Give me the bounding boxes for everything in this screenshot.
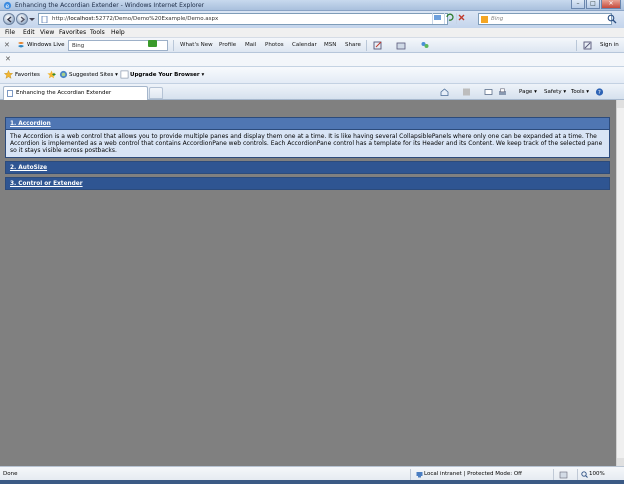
new-tab-button[interactable] [149, 87, 163, 99]
link-whats-new[interactable]: What's New [180, 42, 213, 48]
home-icon[interactable] [440, 88, 449, 96]
address-toolbar: http://localhost:52772/Demo/Demo%20Examp… [0, 11, 624, 28]
search-placeholder: Bing [491, 16, 504, 22]
help-icon[interactable]: ? [595, 88, 604, 96]
security-zone[interactable]: Local intranet | Protected Mode: Off [424, 471, 522, 477]
page-icon [41, 16, 48, 23]
bing-icon [481, 16, 488, 23]
favorites-star-icon [4, 70, 13, 79]
maximize-button[interactable]: □ [586, 0, 600, 9]
ie-logo-icon: e [3, 1, 12, 10]
svg-text:?: ? [598, 90, 601, 96]
scroll-down-arrow-icon[interactable] [617, 458, 624, 466]
window-title: Enhancing the Accordian Extender - Windo… [15, 2, 205, 9]
intranet-zone-icon [416, 472, 423, 478]
stop-icon[interactable] [456, 13, 467, 24]
menu-file[interactable]: File [5, 29, 15, 36]
add-favorite-icon[interactable] [47, 70, 56, 79]
window-layout-icon[interactable] [396, 42, 408, 50]
divider [576, 40, 577, 51]
settings-icon[interactable] [583, 41, 592, 50]
windows-live-icon [18, 42, 24, 48]
command-bar: Page ▾ Safety ▾ Tools ▾ ? [438, 87, 618, 98]
link-msn[interactable]: MSN [324, 42, 336, 48]
link-photos[interactable]: Photos [265, 42, 284, 48]
forward-button[interactable] [16, 13, 28, 25]
address-input[interactable]: http://localhost:52772/Demo/Demo%20Examp… [38, 13, 448, 25]
messenger-icon[interactable] [420, 41, 430, 50]
address-url: http://localhost:52772/Demo/Demo%20Examp… [52, 16, 219, 22]
link-mail[interactable]: Mail [245, 42, 256, 48]
divider [173, 40, 174, 51]
accordion-header-accordion[interactable]: 1. Accordion [5, 117, 610, 130]
windows-live-label[interactable]: Windows Live [27, 42, 65, 48]
close-window-button[interactable]: ✕ [601, 0, 621, 9]
accordion-header-link[interactable]: 2. AutoSize [10, 165, 609, 171]
search-input[interactable]: Bing [478, 13, 612, 25]
menu-edit[interactable]: Edit [23, 29, 35, 36]
compatibility-view-icon[interactable] [432, 13, 443, 24]
favorites-bar: Favorites Suggested Sites ▾ Upgrade Your… [0, 67, 624, 84]
zoom-level[interactable]: 100% [589, 471, 605, 477]
feeds-icon[interactable] [462, 88, 471, 96]
back-arrow-icon [6, 16, 12, 23]
menu-favorites[interactable]: Favorites [59, 29, 86, 36]
tools-menu[interactable]: Tools ▾ [571, 89, 589, 95]
page-menu[interactable]: Page ▾ [519, 89, 537, 95]
close-strip-icon[interactable]: ✕ [5, 55, 11, 63]
page-content: 1. Accordion The Accordion is a web cont… [0, 100, 616, 466]
accordion-header-link[interactable]: 1. Accordion [10, 121, 609, 127]
minimize-button[interactable]: – [571, 0, 585, 9]
divider [366, 40, 367, 51]
favorites-button[interactable]: Favorites [15, 72, 40, 78]
accordion-header-link[interactable]: 3. Control or Extender [10, 181, 609, 187]
live-search-value: Bing [72, 43, 85, 49]
forward-arrow-icon [20, 16, 26, 23]
tab-label: Enhancing the Accordian Extender [16, 90, 112, 96]
accordion: 1. Accordion The Accordion is a web cont… [5, 117, 610, 193]
scroll-up-arrow-icon[interactable] [617, 100, 624, 108]
menu-view[interactable]: View [40, 29, 54, 36]
vertical-scrollbar[interactable] [616, 100, 624, 466]
suggested-sites-icon [59, 70, 68, 79]
menu-bar: File Edit View Favorites Tools Help [0, 28, 624, 38]
tab-active[interactable]: Enhancing the Accordian Extender [3, 86, 148, 100]
history-dropdown-icon[interactable] [29, 17, 35, 22]
menu-help[interactable]: Help [111, 29, 125, 36]
live-search-go-button[interactable] [148, 40, 157, 47]
toolbar-strip: ✕ [0, 53, 624, 67]
zoom-icon [581, 471, 588, 478]
menu-tools[interactable]: Tools [90, 29, 105, 36]
back-button[interactable] [3, 13, 15, 25]
close-toolbar-icon[interactable]: ✕ [4, 41, 10, 49]
taskbar-edge [0, 480, 624, 484]
protected-mode-icon[interactable] [559, 471, 571, 479]
svg-text:e: e [5, 3, 9, 10]
search-icon[interactable] [606, 14, 618, 24]
print-icon[interactable] [498, 88, 507, 96]
read-mail-icon[interactable] [484, 88, 493, 96]
windows-live-toolbar: ✕ Windows Live Bing What's New Profile M… [0, 38, 624, 53]
sign-in-link[interactable]: Sign in [600, 42, 619, 48]
tab-page-icon [7, 90, 13, 97]
suggested-sites-link[interactable]: Suggested Sites ▾ [69, 72, 118, 78]
link-calendar[interactable]: Calendar [292, 42, 317, 48]
upgrade-browser-link[interactable]: Upgrade Your Browser ▾ [130, 72, 204, 78]
title-bar: e Enhancing the Accordian Extender - Win… [0, 0, 624, 11]
edit-blog-icon[interactable] [373, 41, 383, 50]
link-share[interactable]: Share [345, 42, 361, 48]
accordion-content-accordion: The Accordion is a web control that allo… [5, 130, 610, 158]
status-text: Done [3, 471, 18, 477]
refresh-icon[interactable] [444, 13, 455, 24]
web-slice-icon [120, 70, 129, 79]
safety-menu[interactable]: Safety ▾ [544, 89, 566, 95]
accordion-header-control-or-extender[interactable]: 3. Control or Extender [5, 177, 610, 190]
link-profile[interactable]: Profile [219, 42, 236, 48]
tab-row: Enhancing the Accordian Extender Page ▾ … [0, 84, 624, 100]
accordion-header-autosize[interactable]: 2. AutoSize [5, 161, 610, 174]
